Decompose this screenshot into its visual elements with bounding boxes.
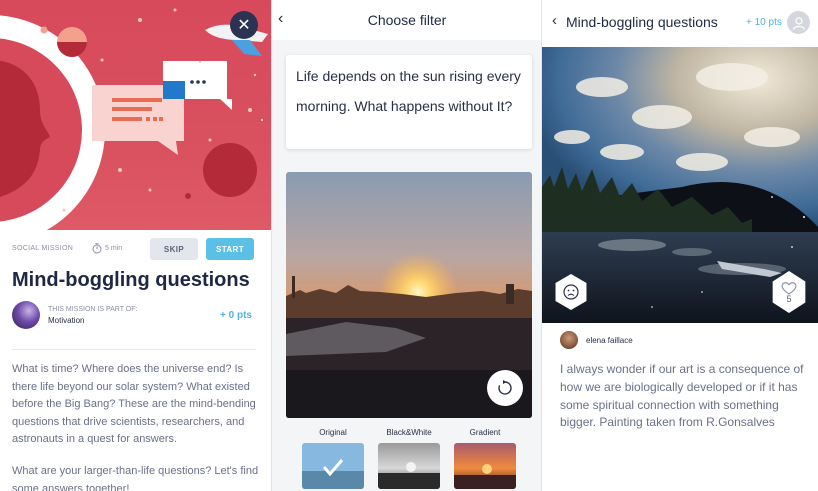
filter-label: Black&White	[386, 428, 432, 437]
duration-label: 5 min	[105, 245, 123, 252]
mission-description: What is time? Where does the universe en…	[12, 363, 256, 445]
author-name[interactable]: elena faillace	[586, 336, 633, 345]
filter-black-white[interactable]: Black&White	[378, 428, 440, 489]
skip-button[interactable]: SKIP	[150, 238, 198, 260]
mission-title: Mind-boggling questions	[12, 269, 250, 291]
filter-label: Original	[319, 428, 347, 437]
author-avatar[interactable]	[560, 331, 578, 349]
filter-gradient[interactable]: Gradient	[454, 428, 516, 489]
filter-original[interactable]: Original	[302, 428, 364, 489]
back-icon[interactable]: ‹	[552, 12, 557, 29]
mission-screen: ✕ SOCIAL MISSION 5 min SKIP START Mind-b…	[0, 0, 272, 491]
user-icon[interactable]	[787, 11, 810, 34]
header: ‹ Choose filter	[272, 0, 542, 40]
mission-hero-illustration: ✕	[0, 0, 272, 230]
refresh-icon	[498, 380, 512, 395]
header: ‹ Mind-boggling questions + 10 pts	[542, 0, 818, 46]
choose-filter-screen: ‹ Choose filter Life depends on the sun …	[272, 0, 542, 491]
photo-preview	[286, 172, 532, 418]
heart-icon	[781, 281, 797, 295]
filter-label: Gradient	[469, 428, 501, 437]
mission-type-label: SOCIAL MISSION	[12, 245, 74, 252]
points-badge: + 10 pts	[746, 17, 782, 28]
part-of-label: THIS MISSION IS PART OF:	[48, 306, 138, 313]
post-text: I always wonder if our art is a conseque…	[560, 362, 804, 430]
filter-thumb	[378, 443, 440, 489]
refresh-button[interactable]	[487, 370, 523, 406]
points-badge: + 0 pts	[220, 310, 252, 321]
divider	[12, 349, 256, 350]
page-title: Choose filter	[367, 12, 447, 28]
post-image: 5	[542, 47, 818, 323]
part-of-name[interactable]: Motivation	[48, 316, 84, 325]
post-detail-screen: ‹ Mind-boggling questions + 10 pts 5 ele…	[542, 0, 818, 491]
sad-face-icon	[563, 284, 579, 300]
filter-thumb	[302, 443, 364, 489]
duration: 5 min	[92, 243, 122, 254]
mission-description-2: What are your larger-than-life questions…	[12, 465, 259, 491]
filter-thumb	[454, 443, 516, 489]
prompt-text: Life depends on the sun rising every mor…	[296, 68, 521, 114]
motivation-avatar[interactable]	[12, 301, 40, 329]
hero-illustration	[0, 8, 268, 230]
timer-icon	[92, 243, 102, 254]
start-button[interactable]: START	[206, 238, 254, 260]
like-count: 5	[786, 293, 792, 304]
prompt-card: Life depends on the sun rising every mor…	[286, 55, 532, 149]
page-title: Mind-boggling questions	[566, 14, 718, 30]
close-icon[interactable]: ✕	[230, 11, 258, 39]
